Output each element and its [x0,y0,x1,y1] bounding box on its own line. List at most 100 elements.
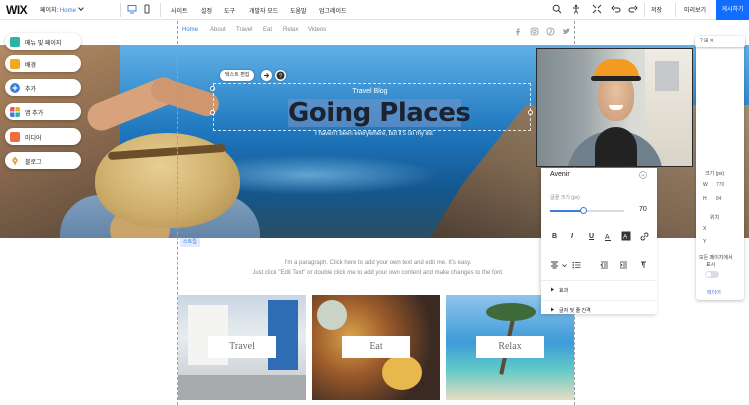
resize-handle[interactable] [210,86,215,91]
divider [675,3,676,17]
effects-section[interactable]: 효과 [559,287,568,294]
zoom-out-icon[interactable] [592,4,602,14]
menu-help[interactable]: 도움말 [290,6,307,15]
animation-icon[interactable] [261,70,272,81]
search-icon[interactable] [552,4,562,14]
resize-handle[interactable] [528,110,533,115]
tile-palm-leaves [486,303,536,321]
facebook-icon[interactable] [514,27,523,36]
panel-item-add-apps[interactable]: 앱 추가 [5,103,81,120]
panel-item-media[interactable]: 미디어 [5,128,81,145]
blog-pen-icon [12,156,18,166]
italic-button[interactable]: I [571,233,573,240]
pages-icon [10,37,20,47]
tile-eat[interactable]: Eat [312,295,440,400]
width-label: W [703,182,708,188]
font-size-label: 글꼴 크기 (px) [550,195,580,201]
indent-increase-icon[interactable] [619,261,628,269]
menu-site[interactable]: 사이트 [171,6,188,15]
panel-item-label: 앱 추가 [25,111,44,117]
panel-item-add[interactable]: 추가 [5,79,81,96]
paragraph-line: Just click "Edit Text" or double click m… [252,270,504,276]
site-nav-travel[interactable]: Travel [236,27,252,33]
redo-icon[interactable] [628,4,638,14]
desktop-view-icon[interactable] [127,4,137,14]
tile-door [268,300,298,370]
menu-upgrade[interactable]: 업그레이드 [319,6,347,15]
chevron-down-icon [78,5,84,11]
site-nav-about[interactable]: About [210,27,226,33]
y-label: Y [703,239,707,245]
save-button[interactable]: 저장 [651,5,662,14]
align-center-icon[interactable] [550,261,559,269]
layers-link[interactable]: 레이어 [707,289,721,296]
instagram-icon[interactable] [530,27,539,36]
tile-eat-label[interactable]: Eat [342,336,410,358]
publish-button[interactable]: 게시하기 [716,0,749,20]
tile-path [178,375,306,400]
size-position-panel: 크기 (px) W 770 H 84 위치 X Y 모든 페이지에서 표시 레이… [696,36,744,300]
tile-travel[interactable]: Travel [178,295,306,400]
menu-settings[interactable]: 설정 [201,6,212,15]
webcam-poster [655,61,679,91]
accessibility-icon[interactable] [571,4,581,14]
apps-icon [10,107,20,117]
preview-button[interactable]: 미리보기 [684,5,706,14]
chevron-right-icon[interactable] [550,307,555,312]
width-value[interactable]: 770 [716,182,724,188]
panel-item-label: 배경 [25,63,37,69]
bullet-list-icon[interactable] [572,261,581,269]
height-value[interactable]: 84 [716,196,722,202]
site-nav-relax[interactable]: Relax [283,27,298,33]
tile-relax-label[interactable]: Relax [476,336,544,358]
menu-dev-mode[interactable]: 개발자 모드 [249,6,278,15]
panel-item-background[interactable]: 배경 [5,55,81,72]
link-icon[interactable] [640,232,649,241]
panel-mini-toolbar[interactable]: ? ⊞ ✕ [695,36,745,47]
panel-item-blog[interactable]: 블로그 [5,152,81,169]
twitter-icon[interactable] [562,27,571,36]
tile-travel-label[interactable]: Travel [208,336,276,358]
text-direction-icon[interactable] [639,261,648,269]
font-size-value[interactable]: 70 [639,206,647,213]
pinterest-icon[interactable] [546,27,555,36]
page-selector-value: Home [59,8,76,14]
panel-item-label: 블로그 [25,160,42,166]
tile-plate [382,355,422,390]
site-nav-videos[interactable]: Videos [308,27,326,33]
underline-button[interactable]: U [589,233,594,240]
font-size-slider[interactable] [550,207,624,214]
site-nav-home[interactable]: Home [182,27,198,33]
indent-decrease-icon[interactable] [600,261,609,269]
strip-label[interactable]: 스트립 [180,238,200,247]
hero-subtitle[interactable]: I haven't been everywhere, but it's on m… [290,131,458,137]
spacing-section[interactable]: 글자 및 줄 간격 [559,307,591,314]
webcam-person-shirt [595,127,637,166]
help-icon[interactable]: ? [275,70,286,81]
paragraph-text[interactable]: I'm a paragraph. Click here to add your … [178,258,578,278]
menu-tools[interactable]: 도구 [224,6,235,15]
chevron-down-icon[interactable] [639,171,647,179]
text-color-icon[interactable]: A [604,232,614,241]
site-nav-eat[interactable]: Eat [263,27,272,33]
undo-icon[interactable] [611,4,621,14]
size-label: 크기 (px) [705,171,725,177]
font-size-slider-fill [550,210,584,212]
chevron-down-icon[interactable] [562,263,567,268]
resize-handle[interactable] [210,110,215,115]
divider [160,3,161,17]
page-selector[interactable]: 페이지: Home [40,5,84,14]
bold-button[interactable]: B [552,233,557,240]
hero-title[interactable]: Going Places [288,98,471,128]
show-all-pages-toggle[interactable] [705,271,719,278]
font-size-slider-knob[interactable] [579,207,587,214]
hero-kicker-text[interactable]: Travel Blog [310,88,430,95]
text-highlight-icon[interactable]: A [621,231,631,241]
panel-item-menus-pages[interactable]: 메뉴 및 페이지 [5,33,81,50]
edit-text-button[interactable]: 텍스트 편집 [220,70,255,81]
wix-logo: WIX [6,3,28,17]
paragraph-line: I'm a paragraph. Click here to add your … [284,260,472,266]
font-family-select[interactable]: Avenir [550,171,570,178]
chevron-right-icon[interactable] [550,287,555,292]
mobile-view-icon[interactable] [142,4,152,14]
